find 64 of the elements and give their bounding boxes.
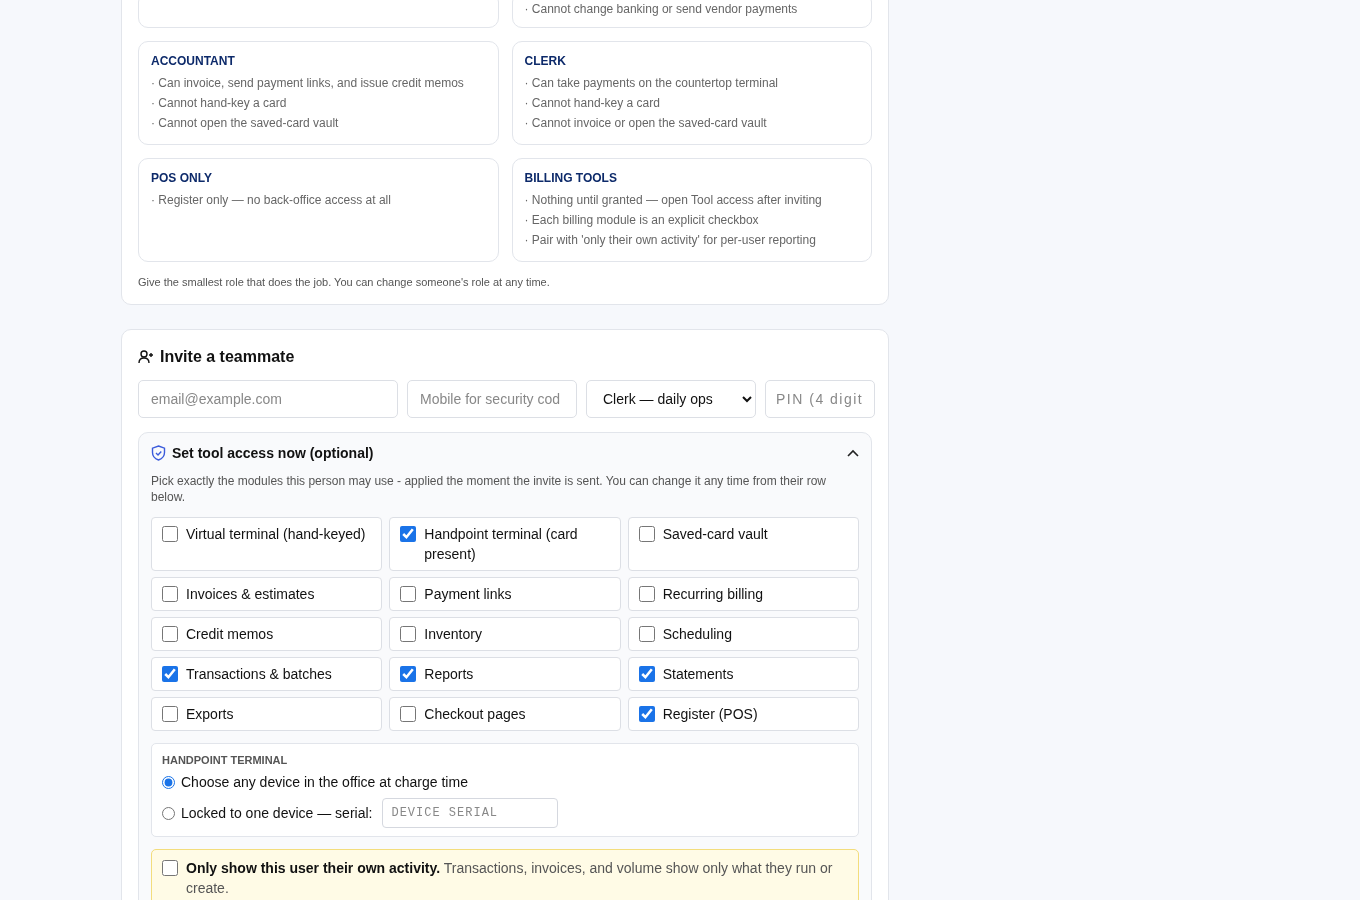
role-permission: · Cannot open the saved-card vault xyxy=(151,115,340,131)
module-checkbox[interactable] xyxy=(638,706,655,722)
role-permission: · Cannot change banking or send vendor payments xyxy=(524,1,799,17)
module-checkbox[interactable] xyxy=(400,666,417,682)
role-permission: · Register only — no back-office access at all xyxy=(151,192,392,208)
radio-label: Locked to one device — serial: xyxy=(181,805,373,821)
module-option[interactable]: Credit memos xyxy=(151,617,383,651)
module-option[interactable]: Payment links xyxy=(389,577,621,611)
module-option[interactable]: Scheduling xyxy=(627,617,859,651)
role-permission: · Can take payments on the countertop terminal xyxy=(524,75,779,91)
module-option[interactable]: Statements xyxy=(627,657,859,691)
module-option[interactable]: Handpoint terminal (card present) xyxy=(389,517,621,571)
radio-button[interactable] xyxy=(162,775,175,789)
radio-label: Choose any device in the office at charge time xyxy=(181,774,468,790)
module-option[interactable]: Transactions & batches xyxy=(151,657,383,691)
role-select[interactable]: Clerk — daily ops xyxy=(586,380,756,418)
role-title: CLERK xyxy=(524,54,567,68)
module-option[interactable]: Invoices & estimates xyxy=(151,577,383,611)
module-checkbox[interactable] xyxy=(400,586,417,602)
tool-access-title: Set tool access now (optional) xyxy=(172,445,375,461)
own-activity-text: Only show this user their own activity. Transactions, invoices, and volume show only what they run or create. xyxy=(186,859,834,898)
roles-note: Give the smallest role that does the job. You can change someone's role at any time. xyxy=(138,276,551,288)
module-option[interactable]: Saved-card vault xyxy=(627,517,859,571)
serial-field[interactable]: DEVICE SERIAL xyxy=(382,798,559,828)
add-user-icon xyxy=(138,349,154,365)
module-checkbox[interactable] xyxy=(162,706,178,722)
email-field[interactable]: email@example.com xyxy=(138,380,398,418)
module-checkbox[interactable] xyxy=(400,706,417,722)
module-option[interactable]: Checkout pages xyxy=(389,697,621,731)
module-checkbox[interactable] xyxy=(638,626,655,642)
module-checkbox[interactable] xyxy=(162,586,178,602)
role-permission: · Cannot invoice or open the saved-card vault xyxy=(524,115,768,131)
module-checkbox[interactable] xyxy=(162,526,178,542)
module-checkbox[interactable] xyxy=(638,586,655,602)
module-option[interactable]: Inventory xyxy=(389,617,621,651)
invite-title: Invite a teammate xyxy=(160,348,295,366)
role-permission: · Each billing module is an explicit checkbox xyxy=(524,212,760,228)
role-permission: · Can invoice, send payment links, and issue credit memos xyxy=(151,75,465,91)
role-permission: · Pair with 'only their own activity' for per-user reporting xyxy=(524,232,817,248)
pin-field[interactable]: PIN (4 digit xyxy=(765,380,875,418)
role-title: POS ONLY xyxy=(151,171,213,185)
module-checkbox[interactable] xyxy=(162,626,178,642)
module-checkbox[interactable] xyxy=(638,526,655,542)
shield-check-icon xyxy=(151,445,166,461)
mobile-field[interactable]: Mobile for security cod xyxy=(407,380,577,418)
module-option[interactable]: Exports xyxy=(151,697,383,731)
tool-access-description: Pick exactly the modules this person may use - applied the moment the invite is sent. You can change it any time from their row below. xyxy=(151,473,827,505)
module-option[interactable]: Recurring billing xyxy=(627,577,859,611)
module-checkbox[interactable] xyxy=(400,526,417,542)
module-checkbox[interactable] xyxy=(400,626,417,642)
role-permission: · Nothing until granted — open Tool access after inviting xyxy=(524,192,823,208)
role-permission: · Cannot hand-key a card xyxy=(151,95,288,111)
role-title: BILLING TOOLS xyxy=(524,171,618,185)
own-activity-checkbox[interactable] xyxy=(162,860,178,876)
module-option[interactable]: Virtual terminal (hand-keyed) xyxy=(151,517,383,571)
module-option[interactable]: Register (POS) xyxy=(627,697,859,731)
chevron-icon[interactable] xyxy=(847,449,859,457)
role-permission: · Cannot hand-key a card xyxy=(524,95,661,111)
module-option[interactable]: Reports xyxy=(389,657,621,691)
role-title: ACCOUNTANT xyxy=(151,54,236,68)
terminal-heading: HANDPOINT TERMINAL xyxy=(162,754,289,766)
radio-button[interactable] xyxy=(162,806,175,820)
module-checkbox[interactable] xyxy=(638,666,655,682)
module-checkbox[interactable] xyxy=(162,666,178,682)
